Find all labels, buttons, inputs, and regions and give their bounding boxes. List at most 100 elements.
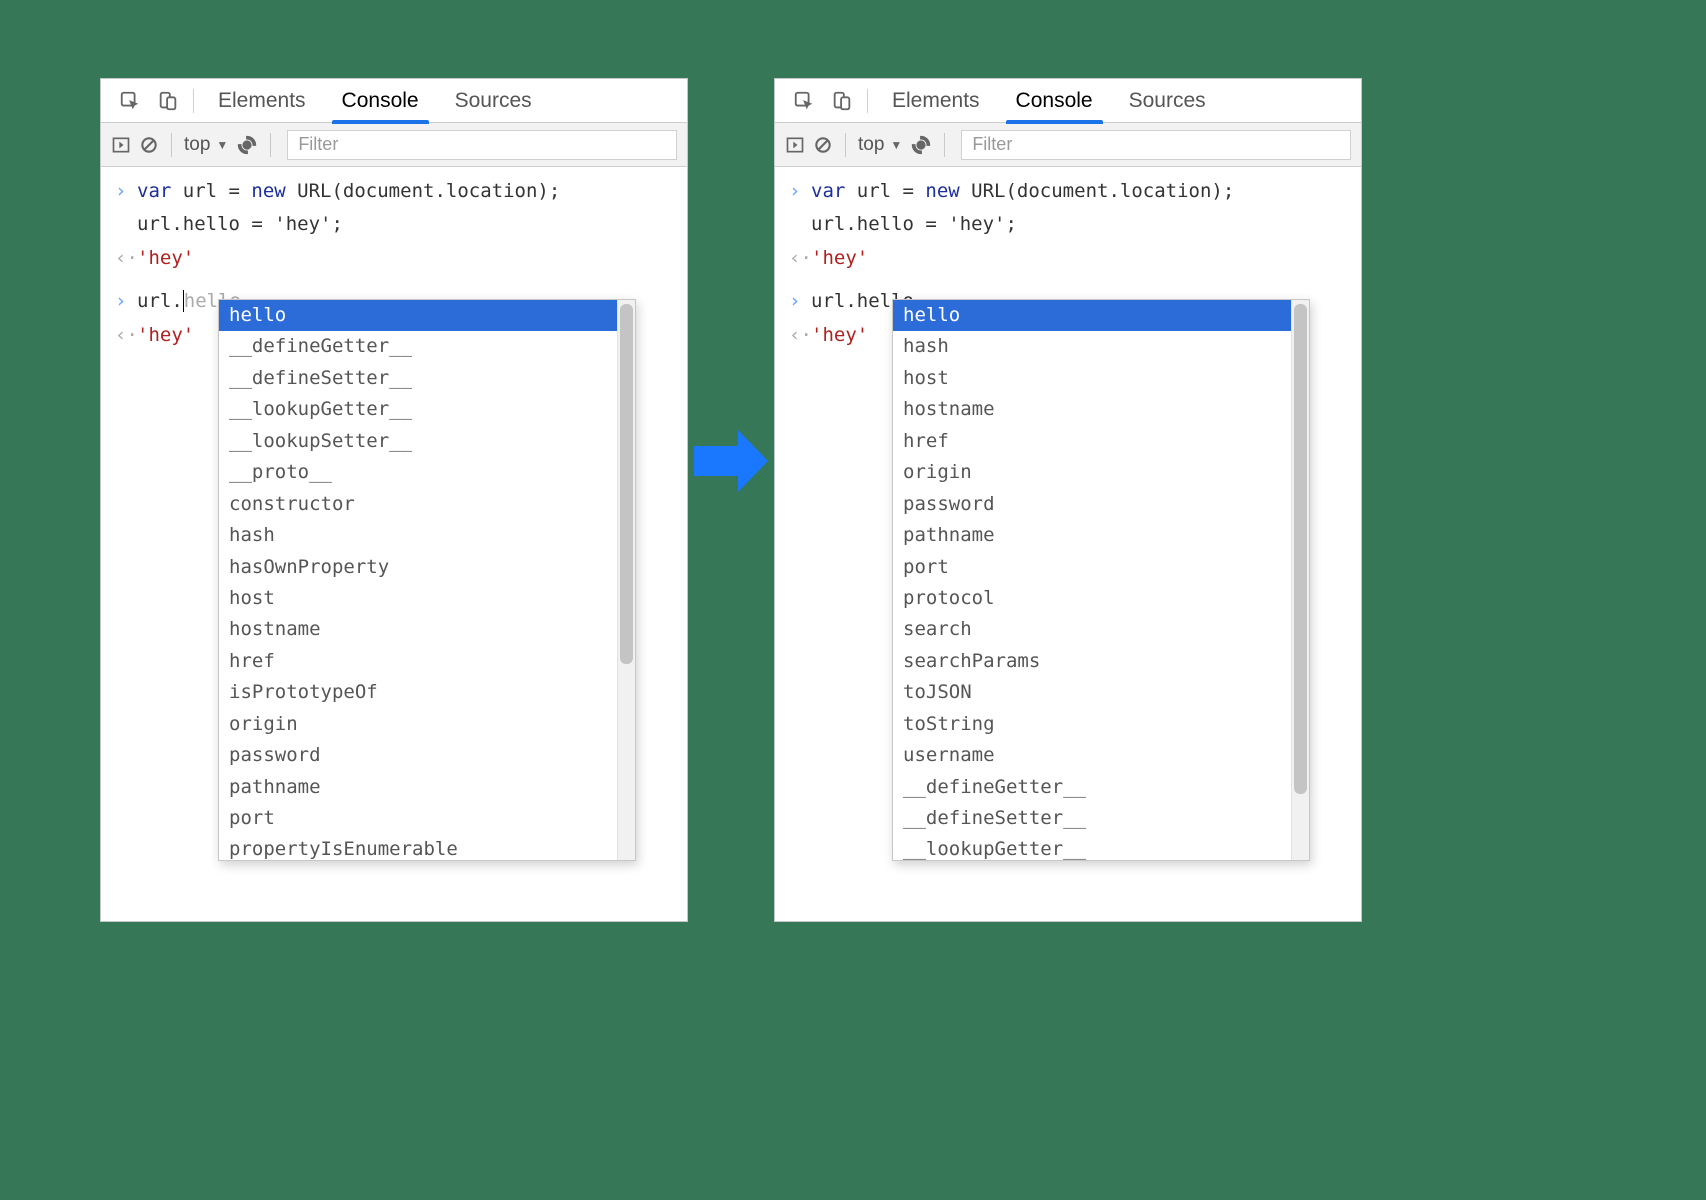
separator — [270, 133, 271, 157]
separator — [193, 89, 194, 113]
autocomplete-item[interactable]: pathname — [893, 520, 1291, 551]
prompt-marker-icon: › — [789, 287, 811, 316]
autocomplete-item[interactable]: hello — [219, 300, 617, 331]
scrollbar-thumb[interactable] — [620, 304, 633, 664]
separator — [845, 133, 846, 157]
autocomplete-item[interactable]: origin — [893, 457, 1291, 488]
autocomplete-item[interactable]: href — [219, 646, 617, 677]
autocomplete-item[interactable]: hello — [893, 300, 1291, 331]
tab-strip: Elements Console Sources — [775, 79, 1361, 123]
output-marker-icon: ‹· — [115, 321, 137, 350]
tab-console[interactable]: Console — [324, 79, 437, 123]
autocomplete-item[interactable]: host — [893, 363, 1291, 394]
scrollbar[interactable] — [1291, 300, 1309, 860]
autocomplete-item[interactable]: hostname — [219, 614, 617, 645]
transition-arrow-icon — [694, 430, 768, 492]
separator — [867, 89, 868, 113]
tab-sources[interactable]: Sources — [1111, 79, 1224, 123]
output-marker-icon: ‹· — [789, 321, 811, 350]
autocomplete-item[interactable]: propertyIsEnumerable — [219, 834, 617, 860]
console-toolbar: top ▼ Filter — [775, 123, 1361, 167]
console-input-row: url.hello = 'hey'; — [101, 208, 687, 241]
autocomplete-popup: hello__defineGetter____defineSetter____l… — [218, 299, 636, 861]
autocomplete-item[interactable]: password — [893, 489, 1291, 520]
console-toolbar: top ▼ Filter — [101, 123, 687, 167]
clear-console-icon[interactable] — [139, 135, 159, 155]
eager-eval-value: 'hey' — [811, 321, 868, 350]
autocomplete-item[interactable]: hash — [893, 331, 1291, 362]
autocomplete-item[interactable]: protocol — [893, 583, 1291, 614]
autocomplete-item[interactable]: __lookupGetter__ — [219, 394, 617, 425]
prompt-marker-icon: › — [115, 287, 137, 316]
tab-elements[interactable]: Elements — [200, 79, 324, 123]
autocomplete-item[interactable]: __defineGetter__ — [893, 772, 1291, 803]
autocomplete-item[interactable]: username — [893, 740, 1291, 771]
tab-console[interactable]: Console — [998, 79, 1111, 123]
autocomplete-item[interactable]: hostname — [893, 394, 1291, 425]
autocomplete-item[interactable]: port — [893, 552, 1291, 583]
autocomplete-item[interactable]: hasOwnProperty — [219, 552, 617, 583]
autocomplete-item[interactable]: searchParams — [893, 646, 1291, 677]
autocomplete-item[interactable]: __defineSetter__ — [893, 803, 1291, 834]
filter-placeholder: Filter — [298, 134, 338, 155]
autocomplete-item[interactable]: __defineSetter__ — [219, 363, 617, 394]
chevron-down-icon: ▼ — [890, 138, 902, 152]
context-selector[interactable]: top ▼ — [184, 134, 228, 156]
autocomplete-item[interactable]: __proto__ — [219, 457, 617, 488]
tab-elements[interactable]: Elements — [874, 79, 998, 123]
code-line[interactable]: url.hello = 'hey'; — [811, 210, 1017, 239]
autocomplete-item[interactable]: pathname — [219, 772, 617, 803]
autocomplete-list[interactable]: hellohashhosthostnamehreforiginpasswordp… — [893, 300, 1291, 860]
console-input-row: url.hello = 'hey'; — [775, 208, 1361, 241]
autocomplete-item[interactable]: hash — [219, 520, 617, 551]
separator — [944, 133, 945, 157]
filter-input[interactable]: Filter — [961, 130, 1351, 160]
devtools-panel-before: Elements Console Sources top ▼ Filter — [100, 78, 688, 922]
autocomplete-item[interactable]: search — [893, 614, 1291, 645]
code-line[interactable]: var url = new URL(document.location); — [811, 177, 1234, 206]
result-value: 'hey' — [137, 244, 194, 273]
context-label: top — [184, 134, 210, 156]
device-toggle-icon[interactable] — [149, 79, 187, 123]
tab-strip: Elements Console Sources — [101, 79, 687, 123]
tab-sources[interactable]: Sources — [437, 79, 550, 123]
code-line[interactable]: url.hello = 'hey'; — [137, 210, 343, 239]
autocomplete-item[interactable]: toJSON — [893, 677, 1291, 708]
result-value: 'hey' — [811, 244, 868, 273]
inspect-icon[interactable] — [111, 79, 149, 123]
output-marker-icon: ‹· — [789, 244, 811, 273]
sidebar-toggle-icon[interactable] — [111, 135, 131, 155]
console-input-row: › var url = new URL(document.location); — [775, 175, 1361, 208]
autocomplete-popup: hellohashhosthostnamehreforiginpasswordp… — [892, 299, 1310, 861]
autocomplete-item[interactable]: port — [219, 803, 617, 834]
code-line[interactable]: var url = new URL(document.location); — [137, 177, 560, 206]
output-marker-icon: ‹· — [115, 244, 137, 273]
context-selector[interactable]: top ▼ — [858, 134, 902, 156]
console-body: › var url = new URL(document.location); … — [101, 167, 687, 352]
prompt-marker-icon: › — [115, 177, 137, 206]
scrollbar[interactable] — [617, 300, 635, 860]
autocomplete-item[interactable]: __lookupSetter__ — [219, 426, 617, 457]
autocomplete-item[interactable]: toString — [893, 709, 1291, 740]
chevron-down-icon: ▼ — [216, 138, 228, 152]
device-toggle-icon[interactable] — [823, 79, 861, 123]
autocomplete-item[interactable]: __lookupGetter__ — [893, 834, 1291, 860]
console-output-row: ‹· 'hey' — [101, 242, 687, 275]
autocomplete-item[interactable]: constructor — [219, 489, 617, 520]
autocomplete-item[interactable]: __defineGetter__ — [219, 331, 617, 362]
autocomplete-item[interactable]: host — [219, 583, 617, 614]
autocomplete-item[interactable]: origin — [219, 709, 617, 740]
live-expression-icon[interactable] — [910, 134, 932, 156]
inspect-icon[interactable] — [785, 79, 823, 123]
autocomplete-item[interactable]: password — [219, 740, 617, 771]
autocomplete-item[interactable]: href — [893, 426, 1291, 457]
filter-input[interactable]: Filter — [287, 130, 677, 160]
clear-console-icon[interactable] — [813, 135, 833, 155]
autocomplete-item[interactable]: isPrototypeOf — [219, 677, 617, 708]
sidebar-toggle-icon[interactable] — [785, 135, 805, 155]
autocomplete-list[interactable]: hello__defineGetter____defineSetter____l… — [219, 300, 617, 860]
prompt-marker-icon: › — [789, 177, 811, 206]
live-expression-icon[interactable] — [236, 134, 258, 156]
separator — [171, 133, 172, 157]
scrollbar-thumb[interactable] — [1294, 304, 1307, 794]
